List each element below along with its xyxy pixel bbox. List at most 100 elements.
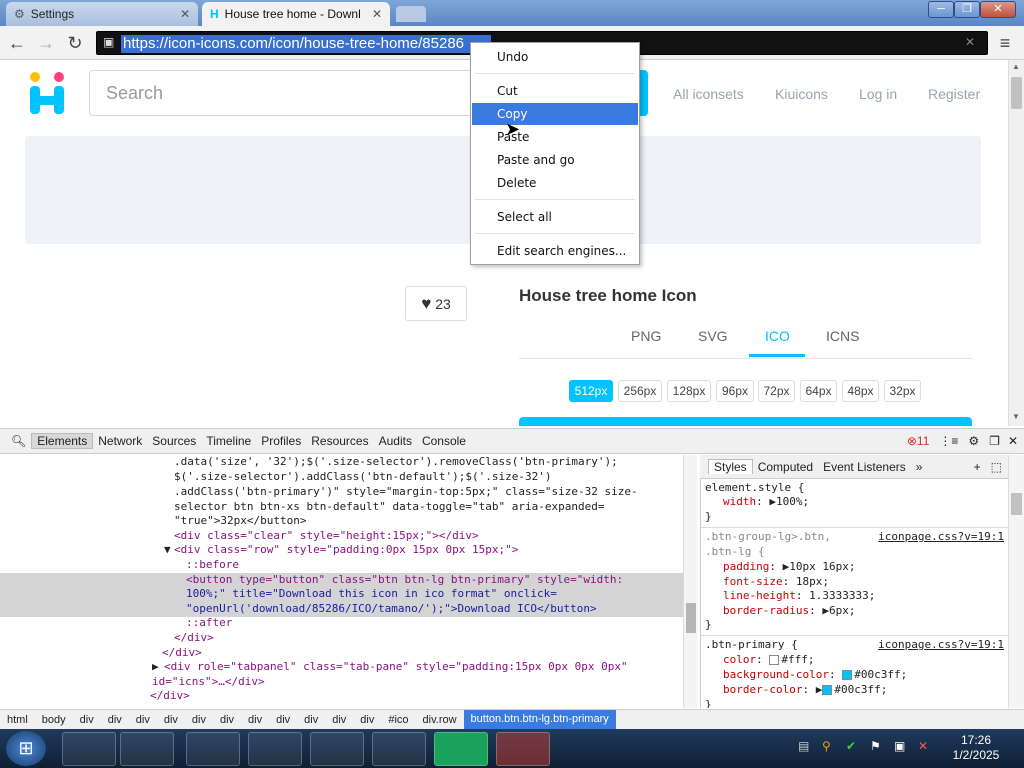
style-selector[interactable]: .btn-group-lg>.btn, .btn-lg {	[705, 530, 831, 558]
minimize-button[interactable]: ─	[928, 1, 954, 18]
style-prop[interactable]: color	[723, 653, 756, 666]
nav-kiuicons[interactable]: Kiuicons	[775, 86, 828, 102]
like-button[interactable]: ♥ 23	[405, 286, 467, 321]
scroll-down-icon[interactable]: ▼	[1012, 412, 1020, 421]
size-128-button[interactable]: 128px	[667, 380, 711, 402]
color-swatch[interactable]	[822, 685, 833, 695]
crumb-selected-button[interactable]: button.btn.btn-lg.btn-primary	[463, 710, 616, 729]
crumb-div[interactable]: div	[73, 714, 101, 726]
tab-png[interactable]: PNG	[631, 328, 661, 344]
crumb-div[interactable]: div	[241, 714, 269, 726]
taskbar-app-8[interactable]	[496, 732, 550, 766]
search-icon[interactable]: 🔍︎	[6, 434, 31, 448]
url-text[interactable]: https://icon-icons.com/icon/house-tree-h…	[121, 35, 491, 53]
forward-arrow-icon[interactable]: →	[35, 32, 57, 54]
devtools-tab-timeline[interactable]: Timeline	[201, 434, 256, 448]
style-value[interactable]: 100%;	[776, 495, 809, 508]
dom-line[interactable]: selector btn btn-xs btn-default" data-to…	[174, 500, 604, 515]
more-tabs-icon[interactable]: »	[911, 460, 928, 474]
taskbar-app-4[interactable]	[248, 732, 302, 766]
download-button[interactable]	[519, 417, 972, 426]
size-256-button[interactable]: 256px	[618, 380, 662, 402]
dom-line[interactable]: id="icns">…</div>	[152, 675, 265, 690]
devtools-tab-sources[interactable]: Sources	[147, 434, 201, 448]
dom-line-selected[interactable]: 100%;" title="Download this icon in ico …	[186, 587, 557, 602]
crumb-div[interactable]: div	[297, 714, 325, 726]
taskbar-app-5[interactable]	[310, 732, 364, 766]
menu-item-select-all[interactable]: Select all	[472, 206, 638, 228]
element-state-icon[interactable]: ⬚	[991, 460, 1002, 474]
style-value[interactable]: #00c3ff;	[834, 683, 887, 696]
dom-line-selected[interactable]: "openUrl('download/85286/ICO/tamano/');"…	[186, 602, 597, 617]
taskbar-app-1[interactable]	[62, 732, 116, 766]
style-source-link[interactable]: iconpage.css?v=19:1	[878, 530, 1004, 543]
tray-network-icon[interactable]: ▣	[894, 739, 908, 753]
scroll-up-icon[interactable]: ▲	[1012, 62, 1020, 71]
expand-arrow-icon[interactable]: ▼	[164, 543, 171, 558]
tray-security-icon[interactable]: ✔	[846, 739, 860, 753]
style-prop[interactable]: width	[723, 495, 756, 508]
close-icon[interactable]: ✕	[372, 7, 382, 21]
style-prop[interactable]: border-color	[723, 683, 802, 696]
tray-keyboard-icon[interactable]: ▤	[798, 739, 812, 753]
taskbar-app-7[interactable]	[434, 732, 488, 766]
menu-item-paste-and-go[interactable]: Paste and go	[472, 149, 638, 171]
tab-house-tree-home[interactable]: H House tree home - Downl ✕	[202, 2, 390, 26]
dom-line[interactable]: <div class="row" style="padding:0px 15px…	[174, 543, 518, 558]
style-value[interactable]: 18px;	[796, 575, 829, 588]
color-swatch[interactable]	[842, 670, 853, 680]
reload-icon[interactable]: ↻	[64, 32, 86, 54]
scrollbar-thumb[interactable]	[1011, 493, 1022, 515]
close-icon[interactable]: ✕	[180, 7, 190, 21]
crumb-div[interactable]: div	[269, 714, 297, 726]
elements-scrollbar[interactable]	[683, 455, 697, 708]
site-logo[interactable]	[28, 72, 68, 116]
size-64-button[interactable]: 64px	[800, 380, 837, 402]
maximize-button[interactable]: ❐	[954, 1, 980, 18]
crumb-div[interactable]: div	[325, 714, 353, 726]
scrollbar-thumb[interactable]	[1011, 77, 1022, 109]
tab-svg[interactable]: SVG	[698, 328, 728, 344]
dom-line[interactable]: ::after	[186, 616, 232, 631]
crumb-div[interactable]: div	[185, 714, 213, 726]
dom-line[interactable]: ::before	[186, 558, 239, 573]
menu-item-undo[interactable]: Undo	[472, 46, 638, 68]
devtools-tab-resources[interactable]: Resources	[306, 434, 373, 448]
style-prop[interactable]: line-height	[723, 589, 796, 602]
dom-line[interactable]: .addClass('btn-primary')" style="margin-…	[174, 485, 638, 500]
devtools-tab-elements[interactable]: Elements	[31, 433, 94, 449]
crumb-ico[interactable]: #ico	[381, 714, 415, 726]
devtools-tab-network[interactable]: Network	[93, 434, 147, 448]
dom-line[interactable]: "true">32px</button>	[174, 514, 306, 529]
crumb-div[interactable]: div	[213, 714, 241, 726]
style-prop[interactable]: background-color	[723, 668, 829, 681]
style-value[interactable]: #fff;	[781, 653, 814, 666]
error-count[interactable]: 11	[917, 434, 929, 448]
size-512-button[interactable]: 512px	[569, 380, 613, 402]
dom-line[interactable]: </div>	[150, 689, 190, 704]
crumb-div[interactable]: div	[353, 714, 381, 726]
size-32-button[interactable]: 32px	[884, 380, 921, 402]
menu-icon[interactable]: ≡	[994, 32, 1016, 54]
style-value[interactable]: 6px;	[829, 604, 856, 617]
crumb-div-row[interactable]: div.row	[416, 714, 464, 726]
devtools-tab-profiles[interactable]: Profiles	[256, 434, 306, 448]
style-prop[interactable]: font-size	[723, 575, 783, 588]
taskbar-app-3[interactable]	[186, 732, 240, 766]
start-button[interactable]: ⊞	[6, 731, 46, 766]
system-clock[interactable]: 17:26 1/2/2025	[942, 733, 1010, 763]
back-arrow-icon[interactable]: ←	[6, 32, 28, 54]
menu-item-edit-search-engines[interactable]: Edit search engines...	[472, 240, 638, 262]
style-value[interactable]: #00c3ff;	[854, 668, 907, 681]
tab-event-listeners[interactable]: Event Listeners	[818, 460, 911, 474]
close-window-button[interactable]: ✕	[980, 1, 1016, 18]
style-selector[interactable]: element.style {	[705, 481, 804, 496]
dom-line-selected[interactable]: <button type="button" class="btn btn-lg …	[186, 573, 623, 588]
nav-log-in[interactable]: Log in	[859, 86, 897, 102]
tray-volume-icon[interactable]: ✕	[918, 739, 932, 753]
gear-icon[interactable]: ⚙	[968, 434, 979, 448]
tab-ico[interactable]: ICO	[765, 328, 790, 344]
style-value[interactable]: 1.3333333;	[809, 589, 875, 602]
devtools-tab-console[interactable]: Console	[417, 434, 471, 448]
page-scrollbar[interactable]: ▲ ▼	[1008, 60, 1024, 426]
